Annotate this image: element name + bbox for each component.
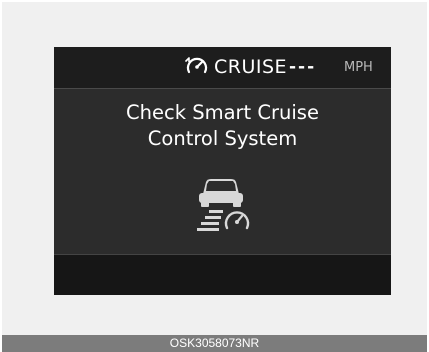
cruise-label: CRUISE <box>214 56 288 78</box>
figure-code: OSK3058073NR <box>169 336 260 350</box>
speed-unit: MPH <box>344 60 373 75</box>
figure-frame: CRUISE --- MPH Check Smart Cruise Contro… <box>2 2 427 335</box>
caption-bar: OSK3058073NR <box>2 335 427 352</box>
info-bar <box>54 254 391 295</box>
smart-cruise-warning-icon <box>197 179 250 231</box>
warning-message: Check Smart Cruise Control System <box>54 100 391 152</box>
cruise-control-icon <box>185 57 208 74</box>
warning-message-line-1: Check Smart Cruise <box>126 101 319 124</box>
set-speed-value: --- <box>289 57 317 77</box>
instrument-cluster-display: CRUISE --- MPH Check Smart Cruise Contro… <box>54 47 391 295</box>
warning-message-line-2: Control System <box>147 127 298 150</box>
cruise-status-bar: CRUISE --- MPH <box>54 47 391 89</box>
